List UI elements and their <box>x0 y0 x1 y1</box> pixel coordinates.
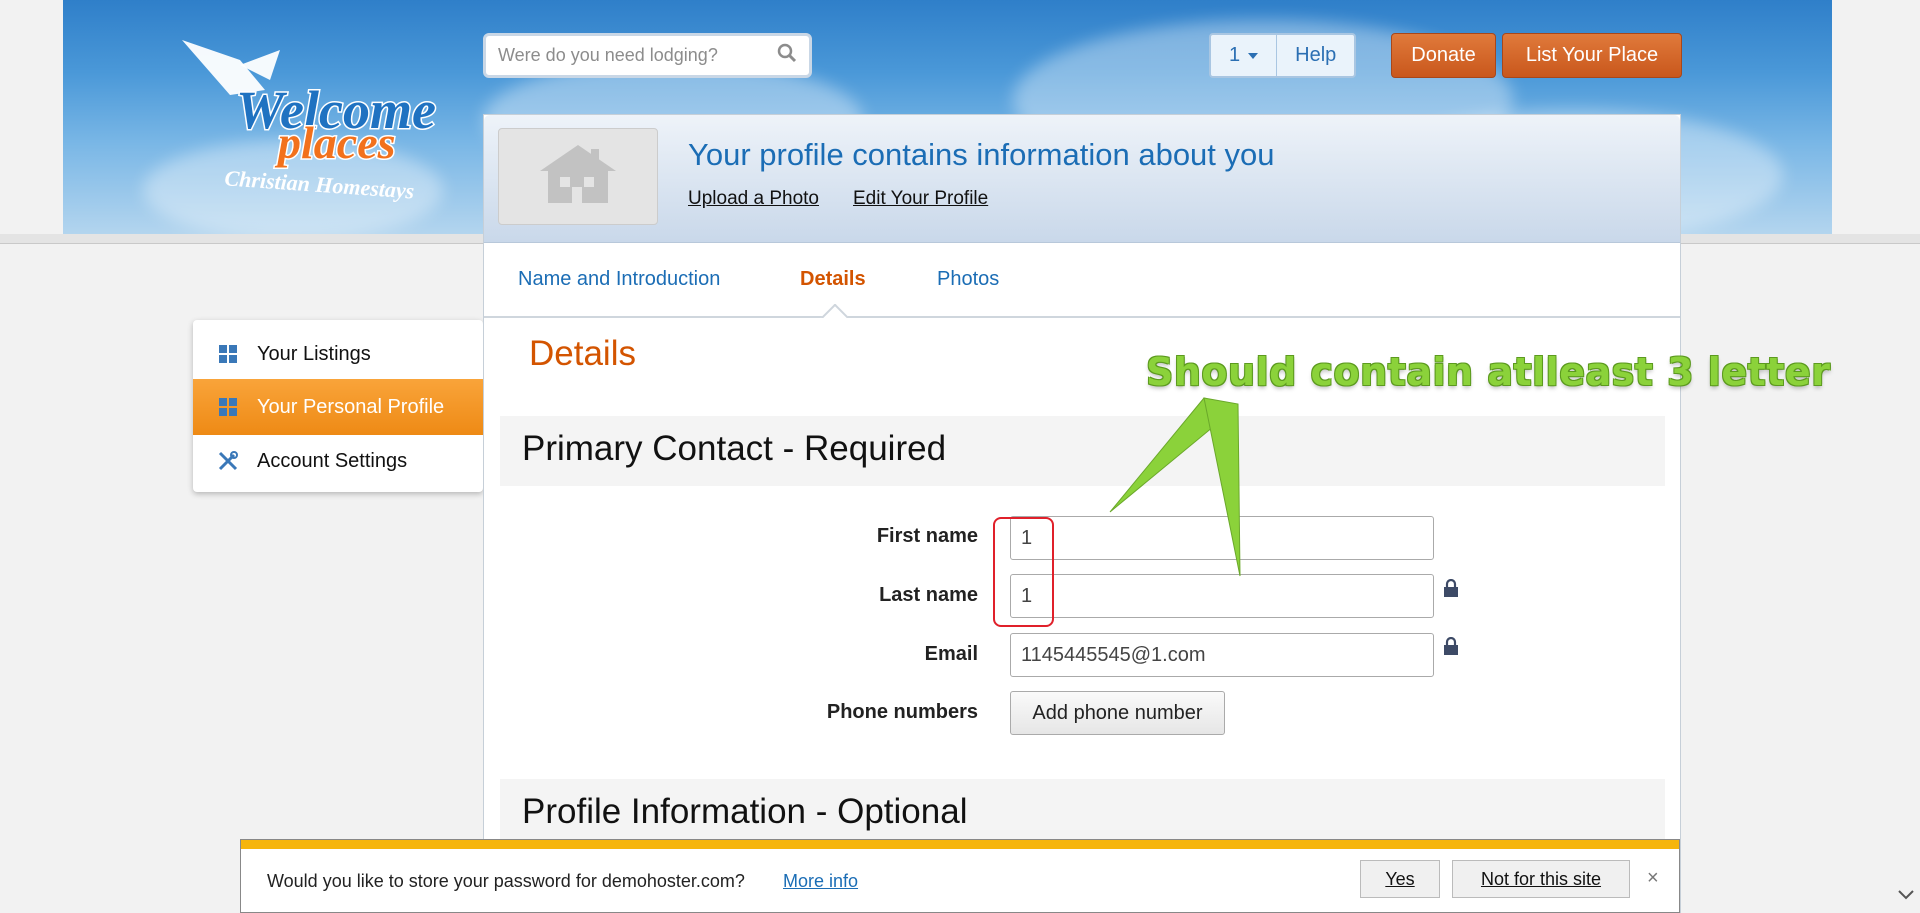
sidebar-item-label: Your Personal Profile <box>257 395 445 418</box>
save-password-yes-button[interactable]: Yes <box>1360 860 1440 898</box>
email-field[interactable] <box>1010 633 1434 677</box>
profile-title: Your profile contains information about … <box>688 137 1275 172</box>
caret-down-icon <box>1248 52 1259 59</box>
list-your-place-button[interactable]: List Your Place <box>1502 33 1682 78</box>
more-info-link[interactable]: More info <box>783 871 858 892</box>
sidebar-item-your-personal-profile[interactable]: Your Personal Profile <box>193 379 483 435</box>
phone-numbers-label: Phone numbers <box>826 701 978 723</box>
sidebar-item-account-settings[interactable]: Account Settings <box>193 433 483 489</box>
last-name-label: Last name <box>879 584 978 606</box>
donate-button[interactable]: Donate <box>1391 33 1496 78</box>
tab-details[interactable]: Details <box>800 268 866 291</box>
active-tab-caret <box>820 304 848 318</box>
sidebar-item-label: Your Listings <box>257 342 371 365</box>
search-icon[interactable] <box>777 43 797 68</box>
email-label: Email <box>924 643 978 665</box>
profile-tabs: Name and Introduction Details Photos <box>484 243 1680 318</box>
profile-photo-placeholder[interactable] <box>498 128 658 225</box>
tab-photos[interactable]: Photos <box>937 268 999 291</box>
user-menu-label: 1 <box>1229 44 1241 66</box>
user-menu-button[interactable]: 1 <box>1211 35 1276 76</box>
scroll-down-icon[interactable] <box>1897 888 1915 906</box>
password-save-message: Would you like to store your password fo… <box>267 871 745 891</box>
account-sidebar: Your Listings Your Personal Profile Acco… <box>193 320 483 492</box>
optional-section-heading: Profile Information - Optional <box>522 792 968 831</box>
close-icon[interactable]: × <box>1647 867 1659 890</box>
last-name-field[interactable] <box>1010 574 1434 618</box>
lock-icon <box>1442 578 1460 597</box>
annotation-arrow <box>1109 397 1241 577</box>
lock-icon <box>1442 636 1460 655</box>
validation-highlight-box <box>993 517 1054 627</box>
help-button[interactable]: Help <box>1276 35 1354 76</box>
details-title: Details <box>529 334 636 373</box>
not-for-this-site-button[interactable]: Not for this site <box>1452 860 1630 898</box>
password-save-bar: Would you like to store your password fo… <box>240 839 1680 913</box>
tab-name-and-introduction[interactable]: Name and Introduction <box>518 268 720 291</box>
house-icon <box>538 143 618 210</box>
sidebar-item-label: Account Settings <box>257 449 408 472</box>
grid-icon <box>217 343 239 365</box>
user-help-group: 1 Help <box>1209 33 1357 78</box>
upload-photo-link[interactable]: Upload a Photo <box>688 188 819 210</box>
annotation-note: Should contain atlleast 3 letter <box>1146 350 1831 394</box>
edit-profile-link[interactable]: Edit Your Profile <box>853 188 988 210</box>
sidebar-item-your-listings[interactable]: Your Listings <box>193 326 483 382</box>
grid-icon <box>217 396 239 418</box>
password-bar-stripe <box>241 840 1679 849</box>
add-phone-number-button[interactable]: Add phone number <box>1010 691 1225 735</box>
site-logo[interactable]: Welcome places Christian Homestays <box>170 30 460 210</box>
logo-tagline: Christian Homestays <box>224 165 415 203</box>
search-box[interactable] <box>483 33 812 78</box>
logo-word-places: places <box>274 117 396 168</box>
search-input[interactable] <box>498 45 777 66</box>
primary-contact-heading: Primary Contact - Required <box>522 429 947 468</box>
tools-icon <box>217 450 239 472</box>
first-name-label: First name <box>876 525 978 547</box>
profile-header: Your profile contains information about … <box>484 115 1680 243</box>
